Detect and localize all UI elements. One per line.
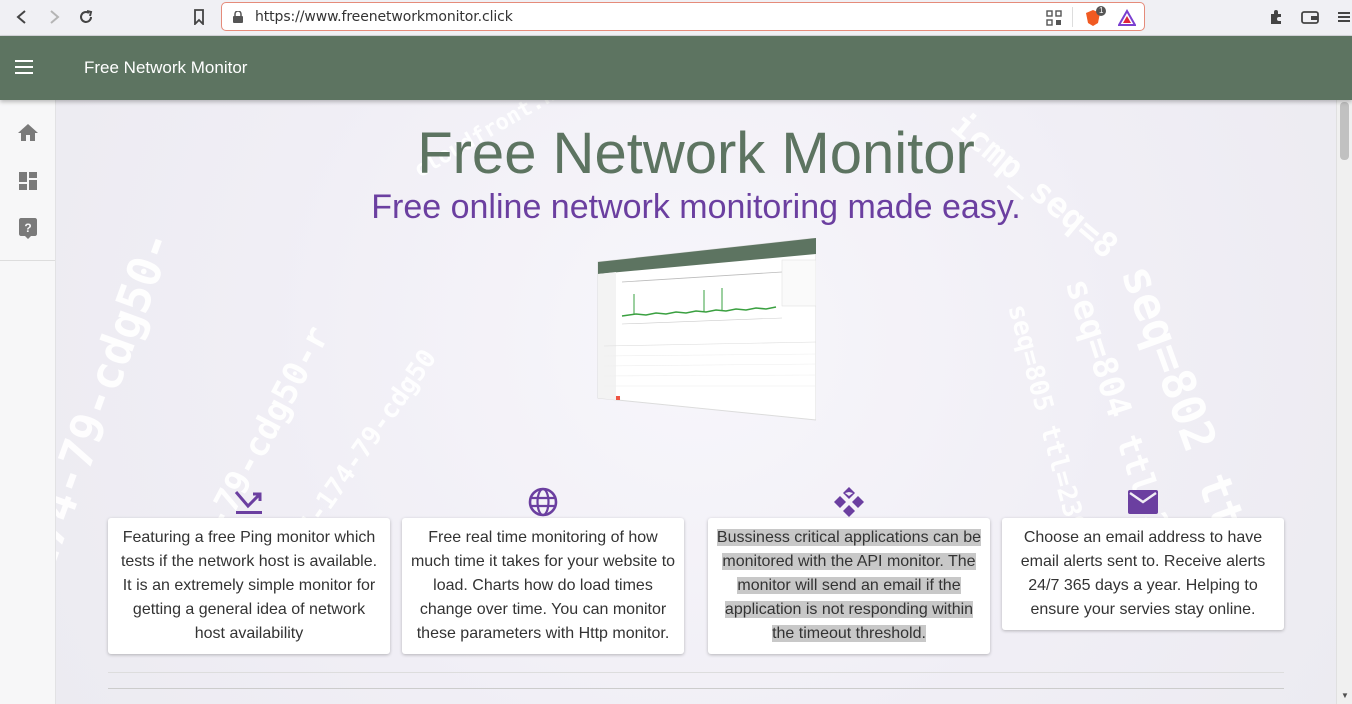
side-nav: ? [0, 100, 56, 704]
dashboard-icon[interactable] [16, 169, 40, 193]
url-text: https://www.freenetworkmonitor.click [255, 9, 513, 25]
feature-text-ping: Featuring a free Ping monitor which test… [120, 529, 378, 642]
side-divider [0, 260, 55, 261]
qr-code-icon[interactable] [1045, 9, 1063, 27]
back-icon[interactable] [10, 6, 34, 28]
svg-text:?: ? [24, 221, 31, 235]
main-content: -174-79-cdg50- -174-79-cdg50-r 84-174-79… [56, 100, 1336, 704]
browser-toolbar: https://www.freenetworkmonitor.click 1 [0, 0, 1352, 36]
wallet-icon[interactable] [1298, 6, 1322, 28]
extensions-icon[interactable] [1264, 6, 1288, 28]
feature-card-api: Bussiness critical applications can be m… [708, 518, 990, 654]
email-icon [1128, 490, 1158, 514]
globe-icon [528, 487, 558, 517]
ping-arrow-icon [234, 491, 262, 514]
home-icon[interactable] [16, 121, 40, 145]
browser-menu-icon[interactable] [1332, 6, 1352, 28]
page-scrollbar[interactable]: ▼ [1336, 100, 1352, 704]
shield-badge: 1 [1096, 6, 1107, 16]
address-bar[interactable]: https://www.freenetworkmonitor.click 1 [221, 2, 1145, 31]
reload-icon[interactable] [74, 6, 98, 28]
hero-subtitle: Free online network monitoring made easy… [371, 188, 1021, 226]
scrollbar-thumb[interactable] [1340, 102, 1349, 160]
forward-icon[interactable] [42, 6, 66, 28]
help-icon[interactable]: ? [16, 216, 40, 240]
feature-card-email: Choose an email address to have email al… [1002, 518, 1284, 630]
app-title[interactable]: Free Network Monitor [84, 58, 247, 78]
section-divider [108, 688, 1284, 689]
api-icon [834, 487, 864, 517]
menu-icon[interactable] [12, 56, 36, 80]
lock-icon [233, 11, 243, 23]
scroll-down-arrow-icon[interactable]: ▼ [1341, 691, 1349, 700]
dashboard-preview-image [597, 238, 816, 421]
app-toolbar: Free Network Monitor [0, 36, 1352, 100]
feature-text-email: Choose an email address to have email al… [1020, 529, 1266, 618]
feature-text-api: Bussiness critical applications can be m… [716, 529, 982, 642]
section-divider [108, 672, 1284, 673]
feature-text-http: Free real time monitoring of how much ti… [410, 529, 676, 642]
feature-card-ping: Featuring a free Ping monitor which test… [108, 518, 390, 654]
bookmark-icon[interactable] [187, 6, 211, 28]
feature-card-http: Free real time monitoring of how much ti… [402, 518, 684, 654]
brave-rewards-icon[interactable] [1118, 9, 1136, 27]
hero-title: Free Network Monitor [417, 121, 975, 186]
